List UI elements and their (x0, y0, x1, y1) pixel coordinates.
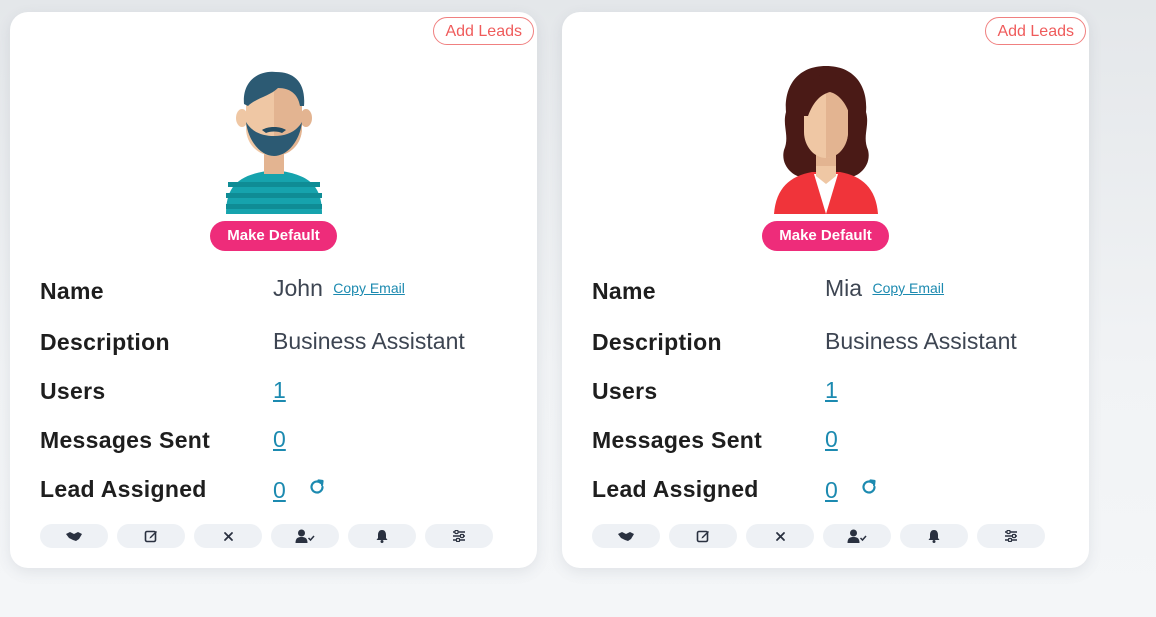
lead-assigned-value: 0 (825, 475, 878, 504)
female-avatar-icon (774, 66, 878, 214)
description-value: Business Assistant (273, 328, 465, 354)
assistant-name: John (273, 275, 323, 301)
name-label: Name (592, 278, 656, 304)
description-value: Business Assistant (825, 328, 1017, 354)
lead-assigned-link[interactable]: 0 (825, 477, 838, 503)
sliders-icon[interactable] (977, 524, 1045, 548)
action-bar (592, 524, 1045, 548)
copy-email-link[interactable]: Copy Email (872, 280, 944, 296)
handshake-icon[interactable] (592, 524, 660, 548)
name-value: Mia Copy Email (825, 275, 944, 302)
name-label: Name (40, 278, 104, 304)
user-check-icon[interactable] (823, 524, 891, 548)
users-link[interactable]: 1 (825, 377, 838, 404)
handshake-icon[interactable] (40, 524, 108, 548)
male-avatar-icon (226, 71, 322, 214)
edit-icon[interactable] (117, 524, 185, 548)
action-bar (40, 524, 493, 548)
close-icon[interactable] (746, 524, 814, 548)
close-icon[interactable] (194, 524, 262, 548)
users-label: Users (592, 378, 658, 404)
make-default-button[interactable]: Make Default (762, 221, 889, 251)
description-label: Description (592, 329, 722, 355)
refresh-icon[interactable] (308, 475, 326, 502)
messages-sent-label: Messages Sent (592, 427, 763, 453)
bell-icon[interactable] (348, 524, 416, 548)
description-label: Description (40, 329, 170, 355)
messages-sent-link[interactable]: 0 (273, 426, 286, 453)
users-label: Users (40, 378, 106, 404)
add-leads-button[interactable]: Add Leads (985, 17, 1086, 45)
messages-sent-link[interactable]: 0 (825, 426, 838, 453)
sliders-icon[interactable] (425, 524, 493, 548)
lead-assigned-label: Lead Assigned (592, 476, 759, 502)
lead-assigned-link[interactable]: 0 (273, 477, 286, 503)
lead-assigned-value: 0 (273, 475, 326, 504)
refresh-icon[interactable] (860, 475, 878, 502)
edit-icon[interactable] (669, 524, 737, 548)
bell-icon[interactable] (900, 524, 968, 548)
copy-email-link[interactable]: Copy Email (333, 280, 405, 296)
users-link[interactable]: 1 (273, 377, 286, 404)
assistant-card-mia: Add Leads Make Default Name Mia Copy Ema… (562, 12, 1089, 568)
name-value: John Copy Email (273, 275, 405, 302)
make-default-button[interactable]: Make Default (210, 221, 337, 251)
assistant-card-john: Add Leads Make Default Name John Copy Em… (10, 12, 537, 568)
assistant-name: Mia (825, 275, 863, 301)
user-check-icon[interactable] (271, 524, 339, 548)
messages-sent-label: Messages Sent (40, 427, 211, 453)
add-leads-button[interactable]: Add Leads (433, 17, 534, 45)
lead-assigned-label: Lead Assigned (40, 476, 207, 502)
